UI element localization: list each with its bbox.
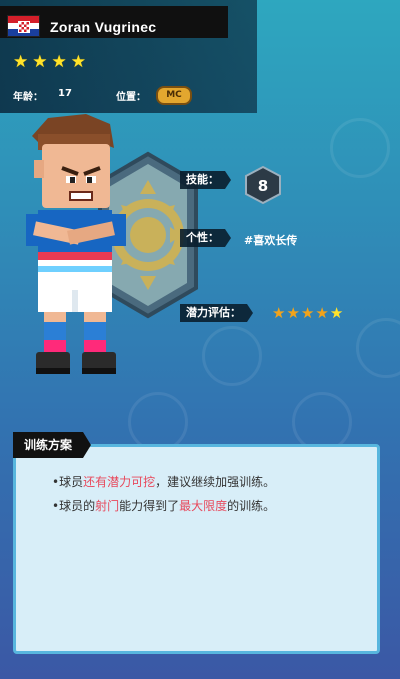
player-avatar [26,114,126,374]
personality-value: #喜欢长传 [244,234,298,247]
line1-prefix: •球员 [52,475,84,489]
star-icon: ★ [13,52,29,72]
soccer-ball-watermark [356,318,400,378]
soccer-ball-watermark [202,326,262,386]
skill-label: 技能： [180,171,231,189]
skill-icon[interactable]: 8 [244,165,282,205]
line1-highlight: 还有潜力可挖 [83,475,156,489]
age-value: 17 [58,88,72,99]
name-bar: Zoran Vugrinec [0,6,228,38]
potential-star-rating: ★ ★ ★ ★ ★ [272,306,343,321]
training-panel-title: 训练方案 [13,432,92,458]
line2-highlight-2: 最大限度 [179,499,228,513]
player-name: Zoran Vugrinec [50,19,157,35]
star-icon: ★ [300,304,315,322]
star-icon: ★ [286,304,300,322]
line1-suffix: ，建议继续加强训练。 [155,475,276,489]
line2-prefix: •球员的 [52,499,96,513]
player-header: Zoran Vugrinec ★ ★ ★ ★ 年龄： 17 位置： MC [0,0,257,113]
flag-crest-icon [18,21,30,33]
line2-suffix: 的训练。 [227,499,276,513]
star-icon: ★ [272,304,286,322]
star-icon: ★ [70,52,86,72]
personality-label: 个性： [180,229,231,247]
training-line-1: •球员还有潜力可挖，建议继续加强训练。 [52,473,275,490]
training-line-2: •球员的射门能力得到了最大限度的训练。 [52,497,275,514]
star-icon: ★ [32,52,48,72]
position-badge: MC [156,86,192,105]
star-icon: ★ [329,304,344,322]
skill-value: 8 [258,177,268,195]
player-star-rating: ★ ★ ★ ★ [13,54,86,71]
star-icon: ★ [315,304,329,322]
position-label: 位置： [116,92,146,103]
age-label: 年龄： [13,92,43,103]
line2-highlight-1: 射门 [95,499,120,513]
star-icon: ★ [51,52,67,72]
line2-middle: 能力得到了 [119,499,180,513]
croatia-flag-icon [7,15,40,37]
soccer-ball-watermark [330,118,390,178]
potential-label: 潜力评估： [180,304,253,322]
soccer-ball-watermark [128,392,188,452]
soccer-ball-watermark [292,392,352,452]
